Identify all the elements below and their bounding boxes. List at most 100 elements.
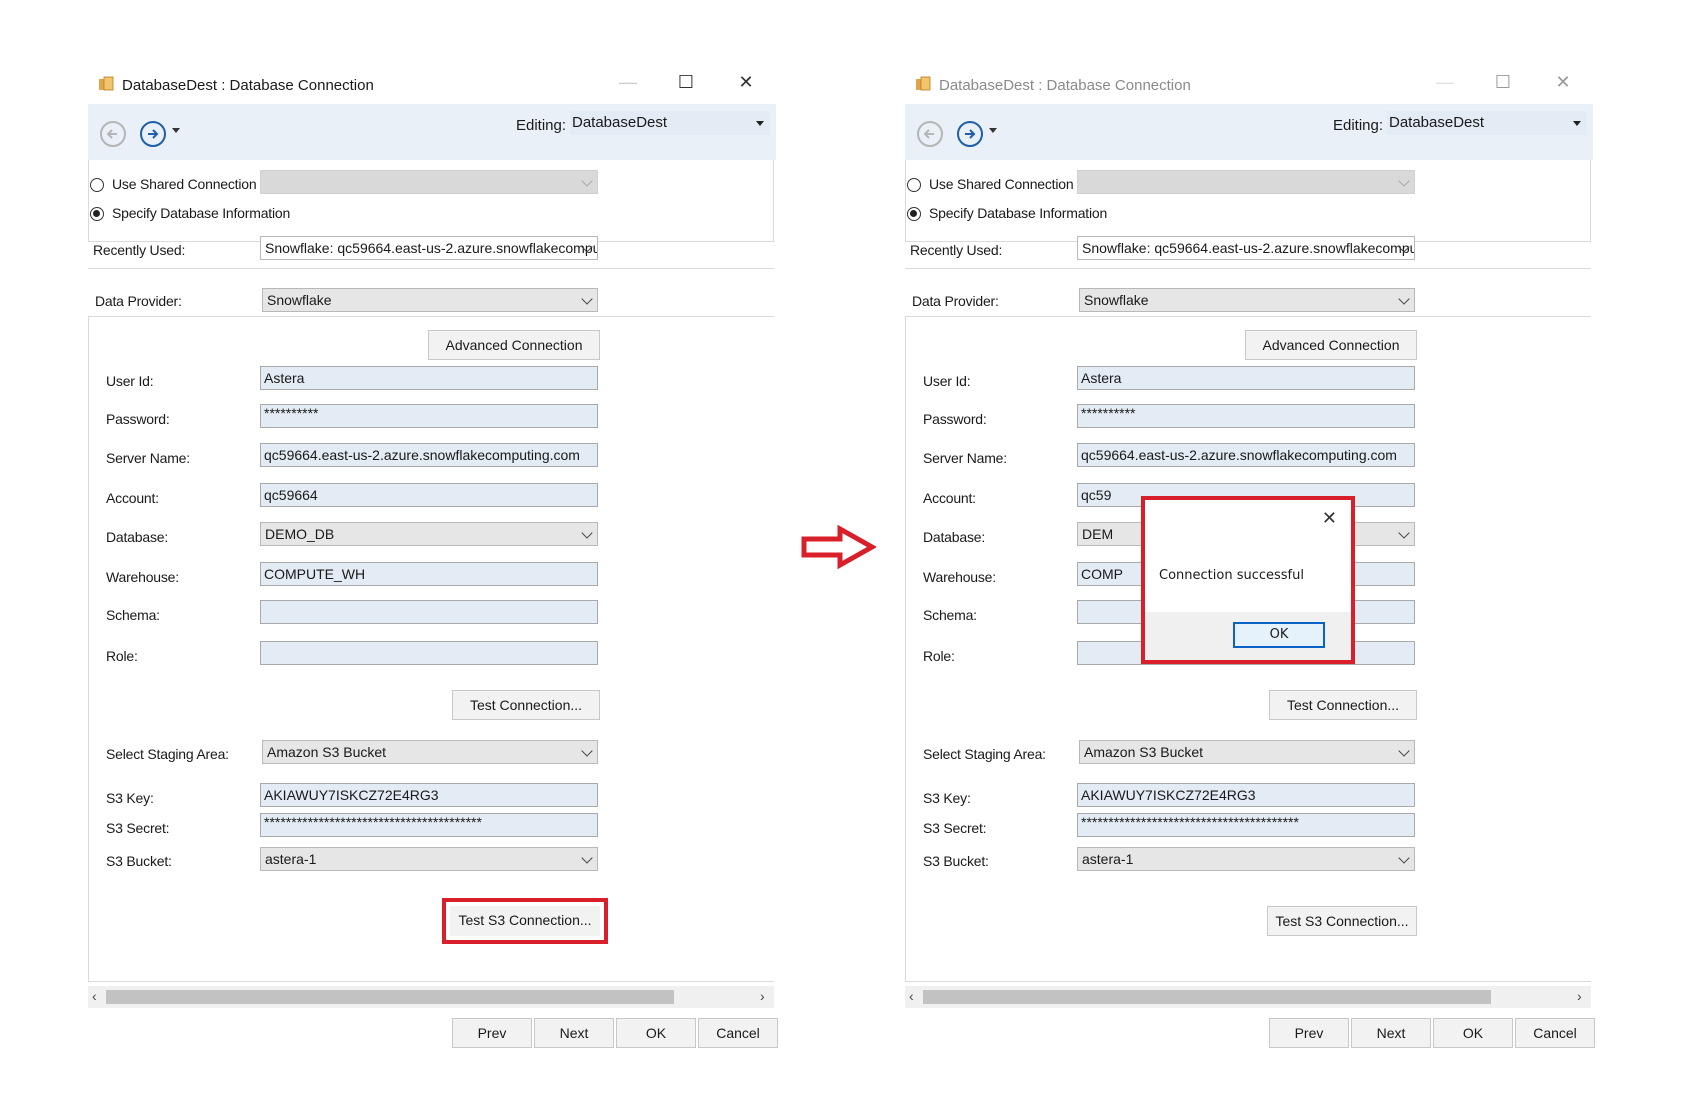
advanced-connection-button[interactable]: Advanced Connection Info... <box>1245 330 1417 381</box>
server-name-label: Server Name: <box>106 450 190 466</box>
s3-bucket-value: astera-1 <box>1082 851 1134 867</box>
server-name-input[interactable]: qc59664.east-us-2.azure.snowflakecomputi… <box>260 443 598 467</box>
data-provider-value: Snowflake <box>267 292 332 308</box>
chevron-down-icon <box>581 175 593 187</box>
s3-secret-label: S3 Secret: <box>923 820 987 836</box>
use-shared-radio[interactable] <box>90 178 104 192</box>
close-button[interactable]: ✕ <box>1553 72 1573 92</box>
editing-select[interactable]: DatabaseDest <box>1387 111 1587 135</box>
test-s3-connection-button[interactable]: Test S3 Connection... <box>1267 906 1417 936</box>
database-app-icon <box>99 76 114 91</box>
dialog-before: DatabaseDest : Database Connection — ☐ ✕… <box>88 0 778 1100</box>
s3-bucket-value: astera-1 <box>265 851 317 867</box>
prev-button[interactable]: Prev <box>452 1018 532 1048</box>
use-shared-radio[interactable] <box>907 178 921 192</box>
s3-key-input[interactable]: AKIAWUY7ISKCZ72E4RG3 <box>260 783 598 807</box>
account-input[interactable]: qc59664 <box>260 483 598 507</box>
s3-key-input[interactable]: AKIAWUY7ISKCZ72E4RG3 <box>1077 783 1415 807</box>
server-name-input[interactable]: qc59664.east-us-2.azure.snowflakecomputi… <box>1077 443 1415 467</box>
test-connection-button[interactable]: Test Connection... <box>1269 690 1417 720</box>
database-label: Database: <box>106 529 169 545</box>
editing-select[interactable]: DatabaseDest <box>570 111 770 135</box>
s3-bucket-select[interactable]: astera-1 <box>260 847 598 871</box>
maximize-button[interactable]: ☐ <box>676 72 696 92</box>
forward-dropdown-icon[interactable] <box>989 128 997 133</box>
test-connection-button[interactable]: Test Connection... <box>452 690 600 720</box>
prev-button[interactable]: Prev <box>1269 1018 1349 1048</box>
scroll-right-icon[interactable]: › <box>1577 988 1582 1004</box>
scroll-left-icon[interactable]: ‹ <box>92 988 97 1004</box>
radio-dot <box>93 210 100 217</box>
password-input[interactable]: ********** <box>260 404 598 428</box>
popup-ok-button[interactable]: OK <box>1233 622 1325 648</box>
transition-arrow-icon <box>801 525 876 569</box>
ok-button[interactable]: OK <box>1433 1018 1513 1048</box>
cancel-button[interactable]: Cancel <box>698 1018 778 1048</box>
cancel-button[interactable]: Cancel <box>1515 1018 1595 1048</box>
password-input[interactable]: ********** <box>1077 404 1415 428</box>
specify-radio[interactable] <box>90 207 104 221</box>
forward-dropdown-icon[interactable] <box>172 128 180 133</box>
radio-dot <box>910 210 917 217</box>
specify-radio[interactable] <box>907 207 921 221</box>
editing-value: DatabaseDest <box>1389 114 1485 131</box>
close-button[interactable]: ✕ <box>736 72 756 92</box>
maximize-button[interactable]: ☐ <box>1493 72 1513 92</box>
advanced-connection-button[interactable]: Advanced Connection Info... <box>428 330 600 381</box>
chevron-down-icon <box>1398 852 1410 864</box>
specify-label: Specify Database Information <box>929 205 1108 221</box>
schema-input[interactable] <box>260 600 598 624</box>
password-label: Password: <box>106 411 170 427</box>
s3-secret-label: S3 Secret: <box>106 820 170 836</box>
minimize-button[interactable]: — <box>618 72 638 92</box>
data-provider-label: Data Provider: <box>912 293 999 309</box>
chevron-down-icon <box>1398 527 1410 539</box>
account-label: Account: <box>923 490 976 506</box>
data-provider-select[interactable]: Snowflake <box>262 288 598 312</box>
minimize-button[interactable]: — <box>1435 72 1455 92</box>
s3-bucket-label: S3 Bucket: <box>923 853 989 869</box>
shared-connection-select <box>1077 170 1415 194</box>
scroll-right-icon[interactable]: › <box>760 988 765 1004</box>
scrollbar-thumb[interactable] <box>923 990 1491 1004</box>
recently-used-select[interactable]: Snowflake: qc59664.east-us-2.azure.snowf… <box>260 236 598 260</box>
forward-arrow-icon[interactable] <box>140 121 166 147</box>
recently-used-select[interactable]: Snowflake: qc59664.east-us-2.azure.snowf… <box>1077 236 1415 260</box>
divider <box>905 268 1591 269</box>
next-button[interactable]: Next <box>534 1018 614 1048</box>
warehouse-label: Warehouse: <box>106 569 179 585</box>
back-arrow-icon[interactable] <box>100 121 126 147</box>
next-button[interactable]: Next <box>1351 1018 1431 1048</box>
s3-secret-input[interactable]: **************************************** <box>260 813 598 837</box>
back-arrow-icon[interactable] <box>917 121 943 147</box>
s3-bucket-label: S3 Bucket: <box>106 853 172 869</box>
chevron-down-icon <box>1398 293 1410 305</box>
scrollbar-thumb[interactable] <box>106 990 674 1004</box>
scroll-left-icon[interactable]: ‹ <box>909 988 914 1004</box>
chevron-down-icon <box>581 745 593 757</box>
user-id-input[interactable]: Astera <box>260 366 598 390</box>
dialog-title: DatabaseDest : Database Connection <box>122 77 374 94</box>
user-id-label: User Id: <box>106 373 154 389</box>
s3-secret-input[interactable]: **************************************** <box>1077 813 1415 837</box>
schema-label: Schema: <box>923 607 977 623</box>
staging-area-select[interactable]: Amazon S3 Bucket <box>262 740 598 764</box>
caret-down-icon <box>756 121 764 126</box>
chevron-down-icon <box>581 293 593 305</box>
caret-down-icon <box>1573 121 1581 126</box>
ok-button[interactable]: OK <box>616 1018 696 1048</box>
database-label: Database: <box>923 529 986 545</box>
database-value: DEMO_DB <box>265 526 335 542</box>
staging-area-select[interactable]: Amazon S3 Bucket <box>1079 740 1415 764</box>
shared-connection-select <box>260 170 598 194</box>
database-value: DEM <box>1082 526 1114 542</box>
warehouse-input[interactable]: COMPUTE_WH <box>260 562 598 586</box>
s3-bucket-select[interactable]: astera-1 <box>1077 847 1415 871</box>
role-input[interactable] <box>260 641 598 665</box>
user-id-input[interactable]: Astera <box>1077 366 1415 390</box>
chevron-down-icon <box>581 852 593 864</box>
forward-arrow-icon[interactable] <box>957 121 983 147</box>
database-select[interactable]: DEMO_DB <box>260 522 598 546</box>
popup-close-icon[interactable]: ✕ <box>1322 508 1337 529</box>
data-provider-select[interactable]: Snowflake <box>1079 288 1415 312</box>
